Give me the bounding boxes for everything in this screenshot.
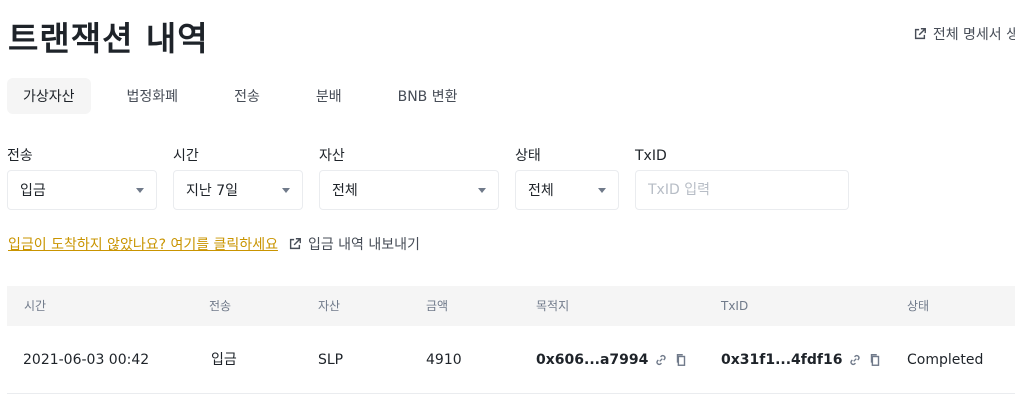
deposit-help-link[interactable]: 입금이 도착하지 않았나요? 여기를 클릭하세요: [8, 234, 278, 254]
column-header-amount: 금액: [426, 299, 449, 313]
export-label: 입금 내역 내보내기: [307, 237, 420, 253]
transfer-filter-label: 전송: [7, 148, 33, 164]
help-links: 입금이 도착하지 않았나요? 여기를 클릭하세요 입금 내역 내보내기: [8, 234, 420, 254]
cell-time: 2021-06-03 00:42: [23, 352, 150, 368]
asset-filter-label: 자산: [319, 148, 345, 164]
copy-icon[interactable]: [868, 353, 882, 367]
transfer-select[interactable]: 입금: [7, 170, 157, 210]
copy-icon[interactable]: [674, 353, 688, 367]
column-header-transfer: 전송: [209, 299, 232, 313]
external-link-icon: [289, 238, 301, 250]
status-select-value: 전체: [528, 183, 554, 199]
column-header-destination: 목적지: [536, 299, 570, 313]
asset-select[interactable]: 전체: [319, 170, 499, 210]
time-select[interactable]: 지난 7일: [173, 170, 303, 210]
column-header-asset: 자산: [318, 299, 341, 313]
page-title: 트랜잭션 내역: [8, 19, 209, 58]
asset-filter: 자산 전체: [319, 146, 499, 210]
cell-transfer: 입금: [211, 352, 237, 368]
cell-amount: 4910: [426, 352, 462, 368]
generate-statement-label: 전체 명세서 생: [932, 27, 1015, 43]
cell-status: Completed: [907, 352, 984, 368]
transfer-select-value: 입금: [20, 183, 46, 199]
tab-transfer[interactable]: 전송: [218, 78, 276, 114]
time-filter: 시간 지난 7일: [173, 146, 303, 210]
txid-value: 0x31f1...4fdf16: [721, 352, 843, 368]
link-icon[interactable]: [654, 353, 668, 367]
tab-crypto[interactable]: 가상자산: [7, 78, 91, 114]
txid-input[interactable]: [648, 182, 836, 198]
asset-select-value: 전체: [332, 183, 358, 199]
generate-statement-link[interactable]: 전체 명세서 생: [913, 24, 1015, 44]
txid-filter: TxID: [635, 146, 849, 210]
time-select-value: 지난 7일: [186, 183, 238, 199]
export-deposit-history-link[interactable]: 입금 내역 내보내기: [288, 234, 420, 254]
link-icon[interactable]: [848, 353, 862, 367]
status-filter-label: 상태: [515, 148, 541, 164]
tab-fiat[interactable]: 법정화폐: [111, 78, 195, 114]
tab-distribution[interactable]: 분배: [300, 78, 358, 114]
time-filter-label: 시간: [173, 148, 199, 164]
status-select[interactable]: 전체: [515, 170, 619, 210]
destination-address: 0x606...a7994: [536, 352, 649, 368]
table-row: 2021-06-03 00:42 입금 SLP 4910 0x606...a79…: [7, 326, 1015, 394]
column-header-txid: TxID: [721, 299, 749, 313]
txid-filter-label: TxID: [635, 148, 667, 164]
tab-bnb-convert[interactable]: BNB 변환: [382, 78, 474, 114]
table-header: 시간 전송 자산 금액 목적지 TxID 상태: [7, 286, 1015, 326]
cell-asset: SLP: [318, 352, 344, 368]
status-filter: 상태 전체: [515, 146, 619, 210]
transfer-filter: 전송 입금: [7, 146, 157, 210]
asset-type-tabs: 가상자산 법정화폐 전송 분배 BNB 변환: [7, 78, 498, 114]
caret-down-icon: [598, 187, 606, 193]
caret-down-icon: [282, 187, 290, 193]
caret-down-icon: [478, 187, 486, 193]
column-header-time: 시간: [24, 299, 47, 313]
cell-txid: 0x31f1...4fdf16: [721, 326, 882, 394]
cell-destination: 0x606...a7994: [536, 326, 688, 394]
external-link-icon: [914, 28, 926, 40]
column-header-status: 상태: [907, 299, 930, 313]
txid-input-wrapper: [635, 170, 849, 210]
caret-down-icon: [136, 187, 144, 193]
